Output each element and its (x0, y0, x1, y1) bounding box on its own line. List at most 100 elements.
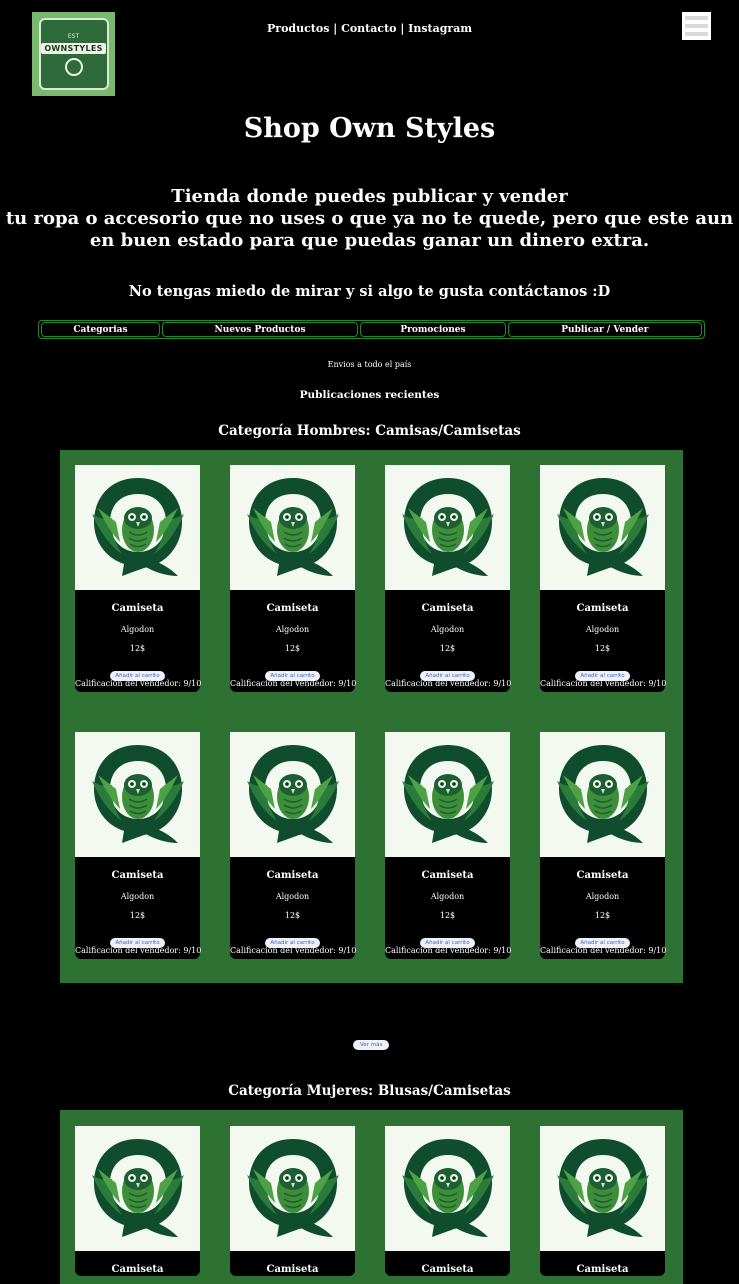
seller-rating: Calificación del vendedor: 9/10 (75, 679, 202, 688)
category-menu: Categorias Nuevos Productos Promociones … (38, 320, 705, 339)
nav-link-contacto[interactable]: Contacto (341, 22, 396, 35)
product-card[interactable]: Camiseta Algodon 12$ Añadir al carrito Calif… (230, 732, 357, 959)
logo-text: OWNSTYLES (41, 42, 106, 54)
add-to-cart-wrapper: Añadir al carrito (230, 929, 355, 948)
hamburger-icon[interactable] (682, 12, 711, 40)
product-name: Camiseta (421, 603, 474, 614)
seller-rating: Calificación del vendedor: 9/10 (385, 679, 512, 688)
owl-q-logo-icon (401, 477, 494, 576)
product-name: Camiseta (576, 603, 629, 614)
owl-q-logo-icon (556, 744, 649, 843)
product-card[interactable]: Camiseta Algodon 12$ Añadir al carrito Calif… (75, 732, 202, 959)
owl-q-logo-icon (401, 744, 494, 843)
add-to-cart-wrapper: Añadir al carrito (540, 929, 665, 948)
add-to-cart-wrapper: Añadir al carrito (385, 662, 510, 681)
top-nav: Productos | Contacto | Instagram (0, 22, 739, 35)
seller-rating: Calificación del vendedor: 9/10 (230, 946, 357, 955)
product-card[interactable]: Camiseta (75, 1126, 200, 1276)
nav-separator: | (396, 22, 409, 35)
logo-ring-icon (64, 57, 83, 76)
menu-item-categorias[interactable]: Categorias (41, 322, 160, 337)
product-name: Camiseta (266, 603, 319, 614)
nav-link-instagram[interactable]: Instagram (408, 22, 472, 35)
product-name: Camiseta (576, 870, 629, 881)
product-card[interactable]: Camiseta Algodon 12$ Añadir al carrito Calif… (385, 465, 512, 692)
product-material: Algodon (585, 892, 620, 901)
product-card[interactable]: Camiseta Algodon 12$ Añadir al carrito Calif… (385, 732, 512, 959)
add-to-cart-wrapper: Añadir al carrito (230, 662, 355, 681)
product-name: Camiseta (421, 870, 474, 881)
product-image[interactable] (540, 1126, 665, 1251)
product-image[interactable] (540, 465, 665, 590)
seller-rating: Calificación del vendedor: 9/10 (385, 946, 512, 955)
product-image[interactable] (230, 465, 355, 590)
product-image[interactable] (230, 1126, 355, 1251)
owl-q-logo-icon (91, 744, 184, 843)
product-card[interactable]: Camiseta Algodon 12$ Añadir al carrito Calif… (540, 732, 666, 959)
product-price: 12$ (594, 911, 611, 920)
product-image[interactable] (385, 465, 510, 590)
product-material: Algodon (275, 892, 310, 901)
owl-q-logo-icon (246, 477, 339, 576)
category-title-hombres: Categoría Hombres: Camisas/Camisetas (218, 423, 521, 439)
owl-q-logo-icon (556, 1138, 649, 1237)
subtagline: No tengas miedo de mirar y si algo te gu… (128, 283, 611, 300)
product-name: Camiseta (576, 1264, 629, 1275)
owl-q-logo-icon (91, 1138, 184, 1237)
product-card[interactable]: Camiseta (230, 1126, 355, 1276)
product-grid-hombres: Camiseta Algodon 12$ Añadir al carrito Calif… (60, 450, 683, 983)
add-to-cart-wrapper: Añadir al carrito (75, 662, 200, 681)
shipping-note: Envios a todo el país (327, 360, 412, 369)
add-to-cart-wrapper: Añadir al carrito (385, 929, 510, 948)
tagline-line-2: tu ropa o accesorio que no uses o que ya… (5, 208, 734, 251)
product-price: 12$ (284, 911, 301, 920)
product-price: 12$ (129, 644, 146, 653)
product-image[interactable] (230, 732, 355, 857)
product-name: Camiseta (266, 1264, 319, 1275)
hamburger-line (685, 32, 708, 36)
product-name: Camiseta (266, 870, 319, 881)
seller-rating: Calificación del vendedor: 9/10 (75, 946, 202, 955)
tagline: Tienda donde puedes publicar y vender tu… (0, 186, 739, 252)
product-price: 12$ (284, 644, 301, 653)
menu-item-promociones[interactable]: Promociones (360, 322, 506, 337)
product-price: 12$ (594, 644, 611, 653)
owl-q-logo-icon (91, 477, 184, 576)
owl-q-logo-icon (401, 1138, 494, 1237)
recent-posts-heading: Publicaciones recientes (299, 389, 440, 401)
hamburger-line (685, 24, 708, 28)
add-to-cart-wrapper: Añadir al carrito (75, 929, 200, 948)
product-grid-mujeres: Camiseta Camiseta Camiseta Camiseta (60, 1110, 683, 1284)
menu-item-publicar-vender[interactable]: Publicar / Vender (507, 322, 703, 337)
product-material: Algodon (430, 625, 465, 634)
product-card[interactable]: Camiseta Algodon 12$ Añadir al carrito Calif… (540, 465, 667, 692)
product-material: Algodon (430, 892, 465, 901)
nav-separator: | (329, 22, 342, 35)
product-card[interactable]: Camiseta Algodon 12$ Añadir al carrito Calif… (75, 465, 202, 692)
see-more-button[interactable]: Ver más (353, 1040, 390, 1050)
owl-q-logo-icon (246, 744, 339, 843)
product-price: 12$ (439, 911, 456, 920)
product-price: 12$ (439, 644, 456, 653)
seller-rating: Calificación del vendedor: 9/10 (230, 679, 357, 688)
product-name: Camiseta (111, 1264, 164, 1275)
tagline-line-1: Tienda donde puedes publicar y vender (171, 186, 568, 207)
page-title: Shop Own Styles (243, 113, 496, 144)
menu-item-nuevos-productos[interactable]: Nuevos Productos (161, 322, 359, 337)
product-image[interactable] (385, 732, 510, 857)
hamburger-line (685, 16, 708, 20)
add-to-cart-wrapper: Añadir al carrito (540, 662, 665, 681)
product-image[interactable] (75, 465, 200, 590)
product-card[interactable]: Camiseta (540, 1126, 665, 1276)
product-material: Algodon (120, 625, 155, 634)
product-image[interactable] (75, 732, 200, 857)
product-image[interactable] (540, 732, 665, 857)
product-card[interactable]: Camiseta Algodon 12$ Añadir al carrito Calif… (230, 465, 357, 692)
product-image[interactable] (75, 1126, 200, 1251)
product-name: Camiseta (421, 1264, 474, 1275)
seller-rating: Calificación del vendedor: 9/10 (540, 679, 667, 688)
product-card[interactable]: Camiseta (385, 1126, 510, 1276)
category-title-mujeres: Categoría Mujeres: Blusas/Camisetas (228, 1083, 511, 1099)
product-image[interactable] (385, 1126, 510, 1251)
nav-link-productos[interactable]: Productos (267, 22, 329, 35)
